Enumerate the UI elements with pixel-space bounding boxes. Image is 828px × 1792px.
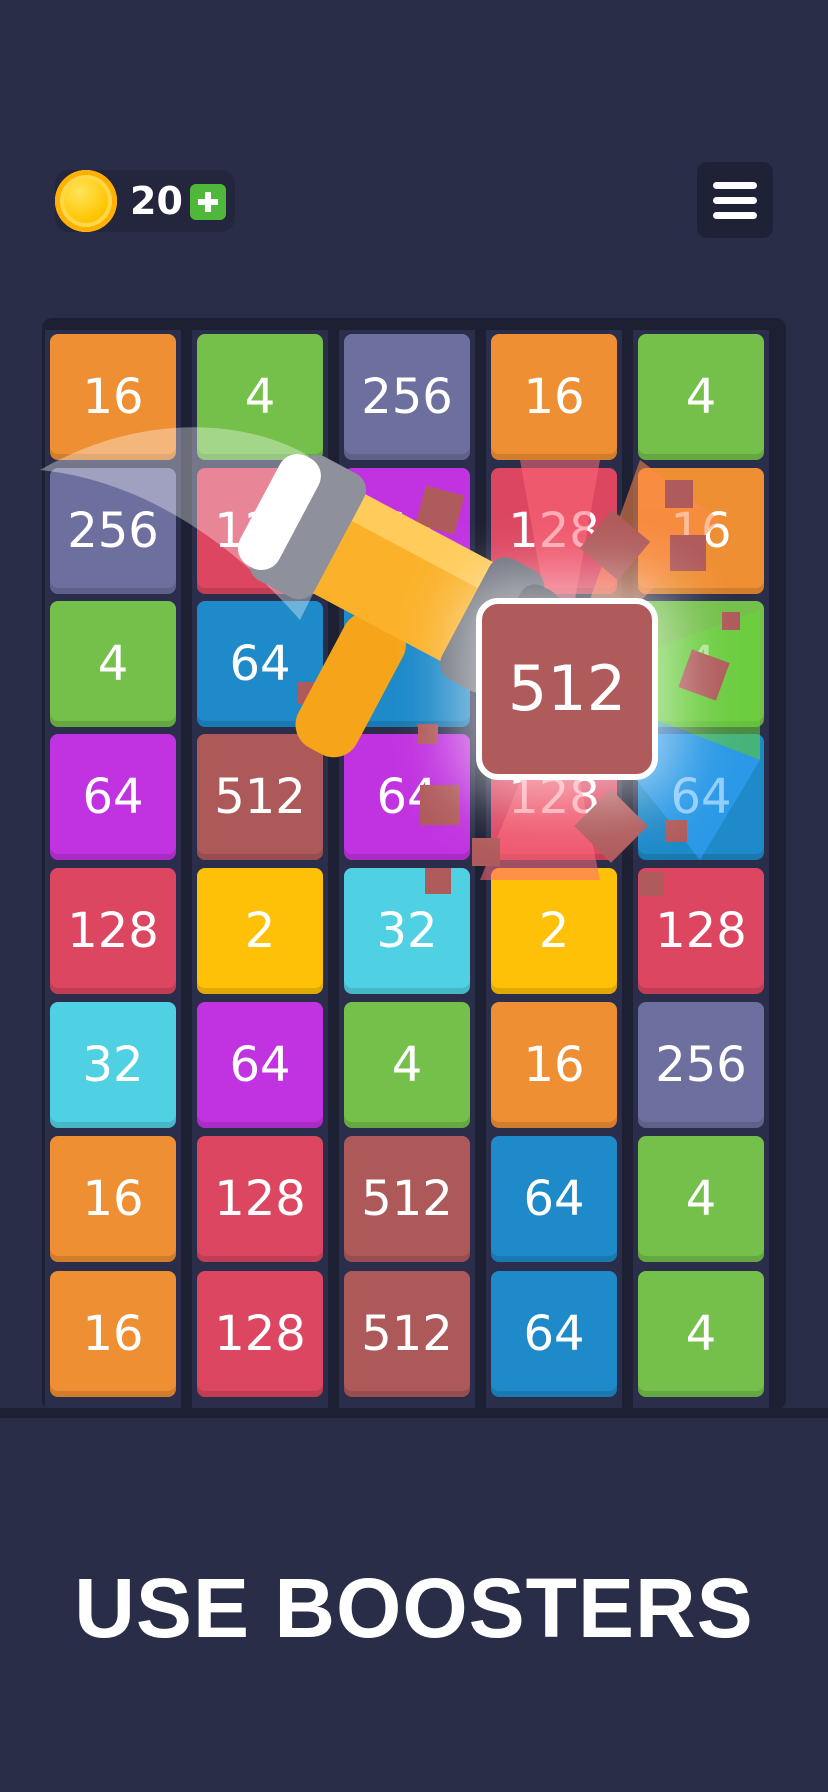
number-tile[interactable]: 256 xyxy=(50,468,176,594)
hamburger-menu-icon xyxy=(713,212,757,219)
board-floor xyxy=(0,1408,828,1418)
number-tile[interactable]: 512 xyxy=(197,734,323,860)
number-tile[interactable]: 4 xyxy=(638,1271,764,1397)
number-tile[interactable]: 128 xyxy=(491,468,617,594)
number-tile[interactable]: 4 xyxy=(638,1136,764,1262)
number-tile[interactable]: 128 xyxy=(638,868,764,994)
number-tile[interactable]: 64 xyxy=(491,1136,617,1262)
coin-count: 20 xyxy=(130,179,183,223)
number-tile[interactable] xyxy=(344,601,470,727)
coin-icon xyxy=(55,170,117,232)
hamburger-menu-icon xyxy=(713,197,757,204)
number-tile[interactable]: 32 xyxy=(344,868,470,994)
number-tile[interactable]: 4 xyxy=(638,334,764,460)
number-tile[interactable]: 32 xyxy=(50,1002,176,1128)
hamburger-menu-icon xyxy=(713,182,757,189)
menu-button[interactable] xyxy=(697,162,773,238)
number-tile[interactable]: 128 xyxy=(197,468,323,594)
number-tile[interactable]: 2 xyxy=(491,868,617,994)
number-tile[interactable]: 4 xyxy=(197,334,323,460)
number-tile[interactable]: 16 xyxy=(491,334,617,460)
add-coins-button[interactable] xyxy=(190,184,226,220)
number-tile[interactable]: 64 xyxy=(491,1271,617,1397)
number-tile[interactable]: 128 xyxy=(197,1136,323,1262)
number-tile[interactable]: 64 xyxy=(197,1002,323,1128)
number-tile[interactable]: 128 xyxy=(50,868,176,994)
number-tile[interactable]: 2 xyxy=(197,868,323,994)
booster-target-tile[interactable]: 512 xyxy=(476,598,658,780)
number-tile[interactable]: 16 xyxy=(50,334,176,460)
number-tile[interactable]: 4 xyxy=(344,1002,470,1128)
number-tile[interactable]: 512 xyxy=(344,1271,470,1397)
number-tile[interactable]: 256 xyxy=(344,334,470,460)
number-tile[interactable]: 128 xyxy=(197,1271,323,1397)
number-tile[interactable]: 16 xyxy=(491,1002,617,1128)
number-tile[interactable]: 4 xyxy=(50,601,176,727)
number-tile[interactable]: 256 xyxy=(638,1002,764,1128)
number-tile[interactable]: 16 xyxy=(50,1271,176,1397)
number-tile[interactable]: 64 xyxy=(344,734,470,860)
number-tile[interactable]: 64 xyxy=(197,601,323,727)
number-tile[interactable]: 16 xyxy=(50,1136,176,1262)
number-tile[interactable]: 512 xyxy=(344,1136,470,1262)
number-tile[interactable]: 64 xyxy=(50,734,176,860)
number-tile[interactable]: 64 xyxy=(344,468,470,594)
number-tile[interactable]: 16 xyxy=(638,468,764,594)
promo-caption: USE BOOSTERS xyxy=(74,1561,754,1655)
